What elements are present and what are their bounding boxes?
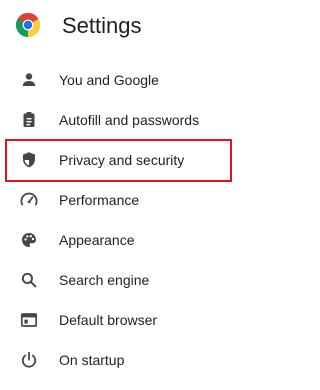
palette-icon [19,230,39,250]
sidebar-item-search-engine[interactable]: Search engine [0,260,256,300]
sidebar-item-label: You and Google [59,72,159,88]
person-icon [19,70,39,90]
sidebar-item-default-browser[interactable]: Default browser [0,300,256,340]
sidebar-item-label: On startup [59,352,125,368]
shield-icon [19,150,39,170]
clipboard-icon [19,110,39,130]
sidebar-item-you-and-google[interactable]: You and Google [0,60,256,100]
sidebar-item-label: Privacy and security [59,152,185,168]
settings-sidebar-nav: You and Google Autofill and passwords Pr… [0,60,256,380]
search-icon [19,270,39,290]
sidebar-item-label: Performance [59,192,140,208]
sidebar-item-label: Autofill and passwords [59,112,200,128]
settings-header: Settings [0,0,256,56]
sidebar-item-autofill-and-passwords[interactable]: Autofill and passwords [0,100,256,140]
browser-window-icon [19,310,39,330]
sidebar-item-on-startup[interactable]: On startup [0,340,256,380]
page-title: Settings [62,13,142,38]
sidebar-item-label: Search engine [59,272,150,288]
sidebar-item-label: Appearance [59,232,135,248]
sidebar-item-privacy-and-security[interactable]: Privacy and security [0,140,256,180]
power-icon [19,350,39,370]
sidebar-item-label: Default browser [59,312,158,328]
sidebar-item-appearance[interactable]: Appearance [0,220,256,260]
sidebar-item-performance[interactable]: Performance [0,180,256,220]
speedometer-icon [19,190,39,210]
chrome-logo-icon [15,12,41,37]
